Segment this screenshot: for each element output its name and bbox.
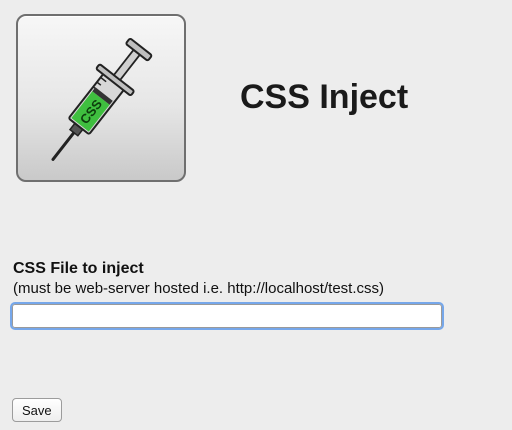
css-url-input[interactable] bbox=[10, 302, 444, 330]
page-title: CSS Inject bbox=[240, 78, 409, 116]
options-page: CSS CSS Inject CSS File to inject (must … bbox=[0, 0, 512, 430]
syringe-icon: CSS bbox=[51, 37, 153, 161]
save-button[interactable]: Save bbox=[12, 398, 62, 422]
app-logo: CSS bbox=[16, 14, 186, 182]
css-file-label: CSS File to inject bbox=[13, 260, 144, 277]
css-file-hint: (must be web-server hosted i.e. http://l… bbox=[13, 280, 384, 297]
